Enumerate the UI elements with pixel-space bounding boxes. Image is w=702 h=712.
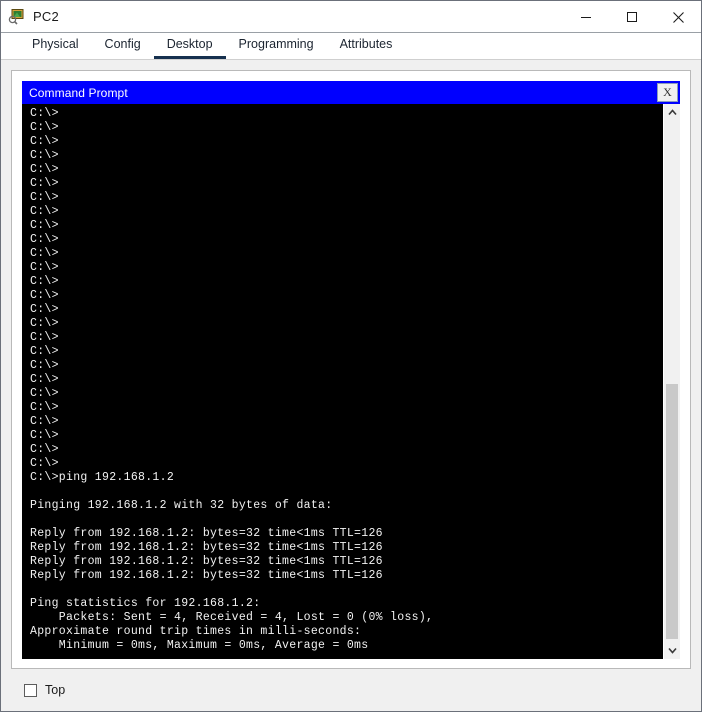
scrollbar-thumb[interactable] bbox=[666, 384, 678, 639]
terminal-area: C:\> C:\> C:\> C:\> C:\> C:\> C:\> C:\> … bbox=[22, 104, 680, 659]
tab-programming[interactable]: Programming bbox=[226, 37, 327, 59]
tab-physical[interactable]: Physical bbox=[19, 37, 92, 59]
maximize-button[interactable] bbox=[609, 2, 655, 33]
terminal-output[interactable]: C:\> C:\> C:\> C:\> C:\> C:\> C:\> C:\> … bbox=[22, 104, 663, 659]
panel-footer: Top bbox=[11, 669, 691, 711]
close-icon bbox=[672, 11, 685, 24]
desktop-tab-content: Command Prompt X C:\> C:\> C:\> C:\> C:\… bbox=[1, 60, 701, 711]
window-titlebar: PC2 bbox=[1, 1, 701, 33]
window-title: PC2 bbox=[33, 9, 59, 24]
maximize-icon bbox=[626, 11, 638, 23]
top-checkbox[interactable] bbox=[24, 684, 37, 697]
command-prompt-titlebar: Command Prompt X bbox=[22, 81, 680, 104]
chevron-down-icon bbox=[668, 647, 677, 654]
terminal-scrollbar[interactable] bbox=[663, 104, 680, 659]
chevron-up-icon bbox=[668, 109, 677, 116]
window-controls bbox=[563, 1, 701, 33]
tab-strip: Physical Config Desktop Programming Attr… bbox=[1, 33, 701, 60]
scrollbar-down-button[interactable] bbox=[664, 642, 680, 659]
minimize-button[interactable] bbox=[563, 2, 609, 33]
tab-desktop[interactable]: Desktop bbox=[154, 37, 226, 59]
device-window: PC2 Physical Config Desktop bbox=[0, 0, 702, 712]
command-prompt-close-button[interactable]: X bbox=[657, 83, 678, 102]
pc-device-icon bbox=[8, 8, 25, 25]
command-prompt-panel: Command Prompt X C:\> C:\> C:\> C:\> C:\… bbox=[11, 70, 691, 669]
minimize-icon bbox=[580, 11, 592, 23]
top-checkbox-label: Top bbox=[45, 683, 65, 697]
scrollbar-up-button[interactable] bbox=[664, 104, 680, 121]
tab-config[interactable]: Config bbox=[92, 37, 154, 59]
command-prompt-title: Command Prompt bbox=[29, 86, 128, 100]
scrollbar-track[interactable] bbox=[664, 121, 680, 642]
close-button[interactable] bbox=[655, 2, 701, 33]
tab-attributes[interactable]: Attributes bbox=[327, 37, 406, 59]
